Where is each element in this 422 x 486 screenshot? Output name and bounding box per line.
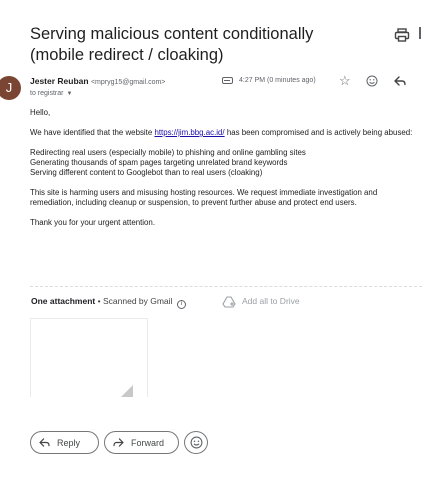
reply-button[interactable]: Reply [30, 431, 99, 454]
reply-icon[interactable] [394, 76, 406, 86]
attachment-summary: One attachment • Scanned by Gmail i [31, 296, 186, 309]
chevron-down-icon[interactable]: ▼ [66, 91, 72, 97]
intro-paragraph: We have identified that the website http… [30, 128, 418, 138]
emoji-reaction-button[interactable] [184, 431, 208, 454]
list-item: Serving different content to Googlebot t… [30, 168, 263, 177]
intro-text-before: We have identified that the website [30, 128, 155, 137]
list-item: Generating thousands of spam pages targe… [30, 158, 288, 167]
reply-label: Reply [57, 437, 81, 448]
sender-email: <mpryg15@gmail.com> [90, 79, 166, 86]
abuse-list: Redirecting real users (especially mobil… [30, 148, 418, 178]
page-fold-icon [121, 385, 133, 397]
attachment-count: One attachment [31, 296, 96, 306]
reply-icon [39, 438, 50, 447]
request-paragraph: This site is harming users and misusing … [30, 188, 378, 207]
forward-label: Forward [131, 437, 165, 448]
open-in-new-window-icon[interactable] [419, 27, 421, 39]
scan-status: Scanned by Gmail [102, 296, 173, 306]
timestamp: 4:27 PM (0 minutes ago) [239, 77, 316, 84]
greeting: Hello, [30, 108, 51, 117]
list-item: Redirecting real users (especially mobil… [30, 148, 306, 157]
email-body: Hello, We have identified that the websi… [30, 108, 418, 238]
emoji-icon[interactable] [366, 75, 378, 87]
sender-line: Jester Reuban <mpryg15@gmail.com> [30, 76, 165, 86]
forward-button[interactable]: Forward [104, 431, 179, 454]
attachment-thumbnail[interactable] [30, 318, 148, 397]
info-icon[interactable]: i [176, 300, 186, 309]
recipient-line: to registrar [30, 90, 64, 97]
closing-line: Thank you for your urgent attention. [30, 218, 156, 227]
star-icon[interactable]: ☆ [339, 74, 351, 87]
drive-add-icon[interactable] [222, 296, 236, 308]
emoji-icon [190, 436, 203, 449]
compromised-site-link[interactable]: https://jim.bbg.ac.id/ [154, 128, 224, 137]
add-to-drive-link[interactable]: Add all to Drive [242, 296, 300, 306]
label-icon[interactable] [222, 77, 233, 84]
forward-icon [113, 438, 124, 447]
print-icon[interactable] [394, 28, 410, 42]
avatar[interactable]: J [0, 76, 21, 100]
email-subject: Serving malicious content conditionally … [30, 25, 314, 64]
sender-name[interactable]: Jester Reuban [30, 76, 89, 86]
divider [30, 286, 422, 287]
recipient-details-toggle[interactable]: to registrar ▼ [30, 90, 72, 97]
intro-text-after: has been compromised and is actively bei… [224, 128, 413, 137]
separator: • [97, 296, 101, 306]
